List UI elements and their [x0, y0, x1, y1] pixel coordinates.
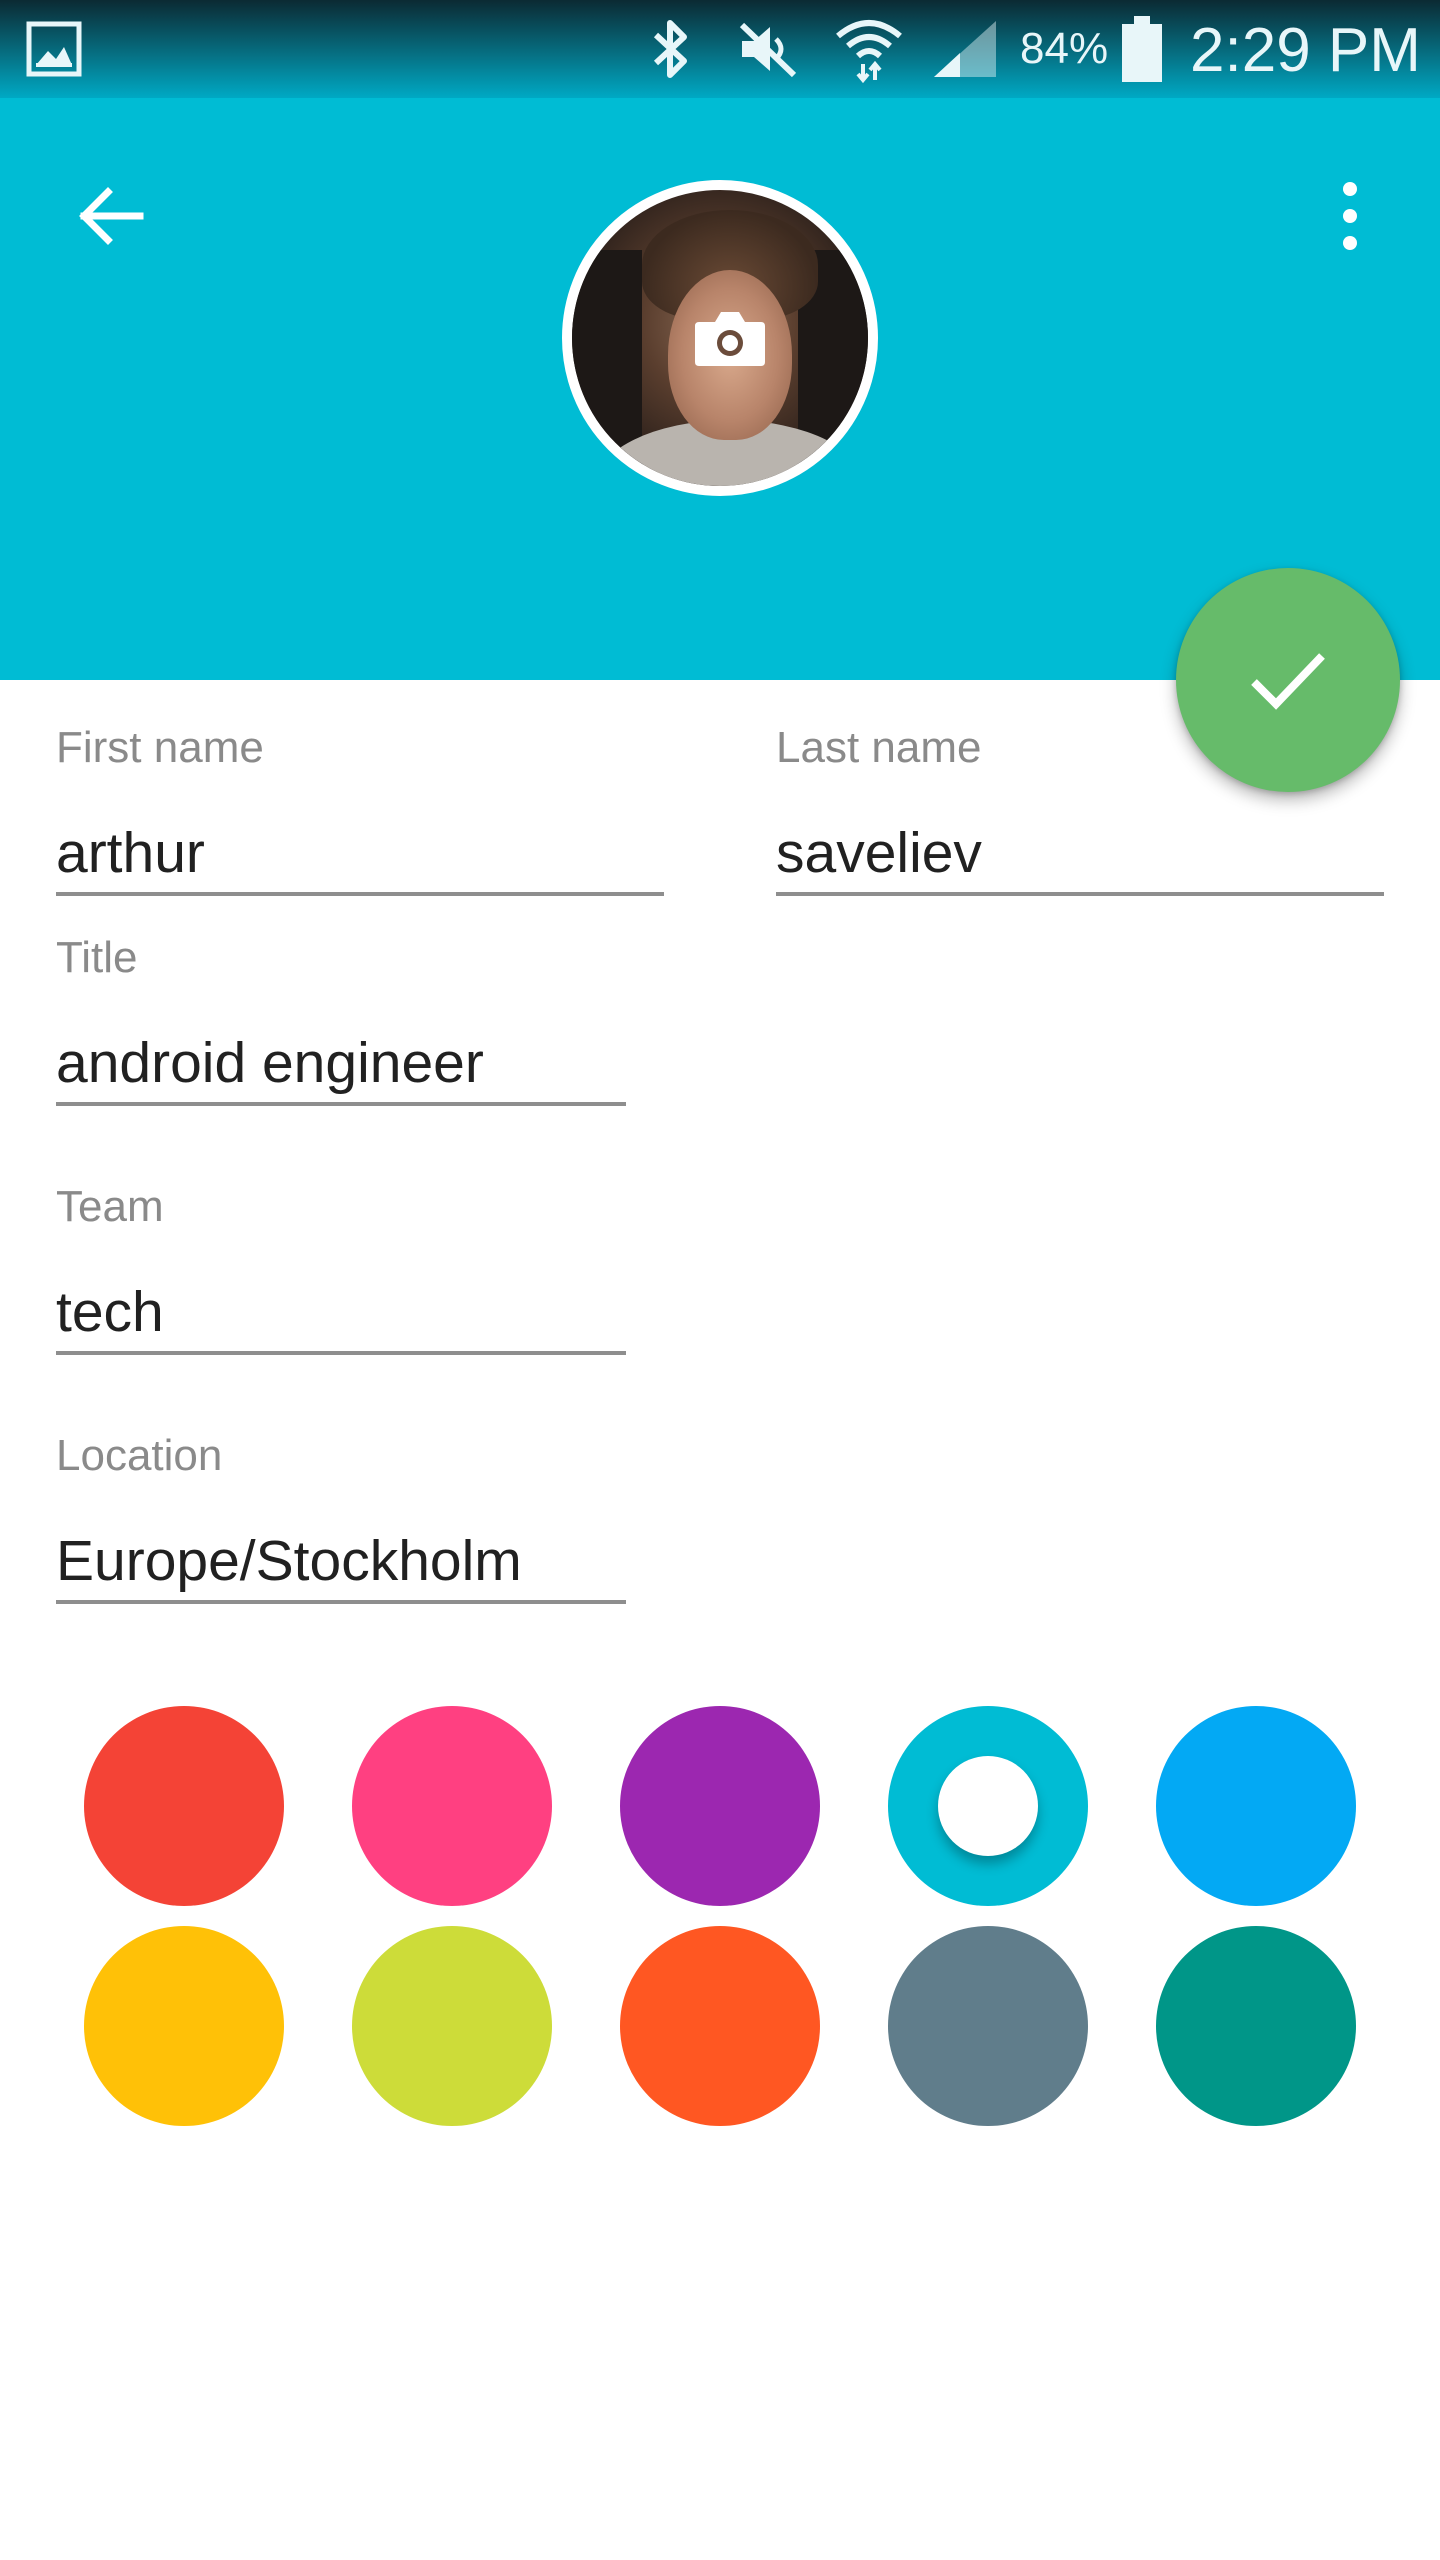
team-label: Team	[56, 1182, 164, 1231]
more-vert-icon	[1343, 182, 1357, 250]
arrow-back-icon	[79, 187, 144, 245]
avatar-photo-button[interactable]	[562, 180, 878, 496]
mute-icon	[736, 0, 800, 98]
title-label: Title	[56, 933, 138, 982]
wifi-icon	[834, 0, 904, 98]
signal-icon	[930, 0, 1000, 98]
color-swatch[interactable]	[84, 1926, 284, 2126]
bluetooth-icon	[646, 0, 696, 98]
status-bar: 84% 2:29 PM	[0, 0, 1440, 98]
gallery-icon	[26, 0, 82, 98]
last-name-underline	[776, 892, 1384, 896]
last-name-input[interactable]	[776, 818, 1384, 888]
color-swatch[interactable]	[620, 1706, 820, 1906]
color-swatch[interactable]	[888, 1926, 1088, 2126]
overflow-menu-button[interactable]	[1310, 170, 1390, 262]
color-swatch[interactable]	[1156, 1706, 1356, 1906]
save-fab-button[interactable]	[1176, 568, 1400, 792]
back-button[interactable]	[70, 176, 150, 256]
camera-icon	[695, 312, 765, 366]
title-input[interactable]	[56, 1028, 626, 1098]
color-swatch-selected[interactable]	[888, 1706, 1088, 1906]
clock: 2:29 PM	[1190, 16, 1421, 85]
check-icon	[1251, 653, 1325, 710]
color-swatch[interactable]	[1156, 1926, 1356, 2126]
team-underline	[56, 1351, 626, 1355]
color-swatch[interactable]	[620, 1926, 820, 2126]
color-swatch[interactable]	[84, 1706, 284, 1906]
first-name-input[interactable]	[56, 818, 664, 888]
color-swatch[interactable]	[352, 1926, 552, 2126]
team-input[interactable]	[56, 1277, 626, 1347]
last-name-label: Last name	[776, 723, 982, 772]
title-underline	[56, 1102, 626, 1106]
first-name-underline	[56, 892, 664, 896]
location-input[interactable]	[56, 1526, 626, 1596]
battery-percent: 84%	[1020, 24, 1109, 73]
first-name-label: First name	[56, 723, 264, 772]
selected-indicator	[938, 1756, 1038, 1856]
color-swatch[interactable]	[352, 1706, 552, 1906]
location-label: Location	[56, 1431, 223, 1480]
battery-icon	[1120, 0, 1164, 98]
location-underline	[56, 1600, 626, 1604]
